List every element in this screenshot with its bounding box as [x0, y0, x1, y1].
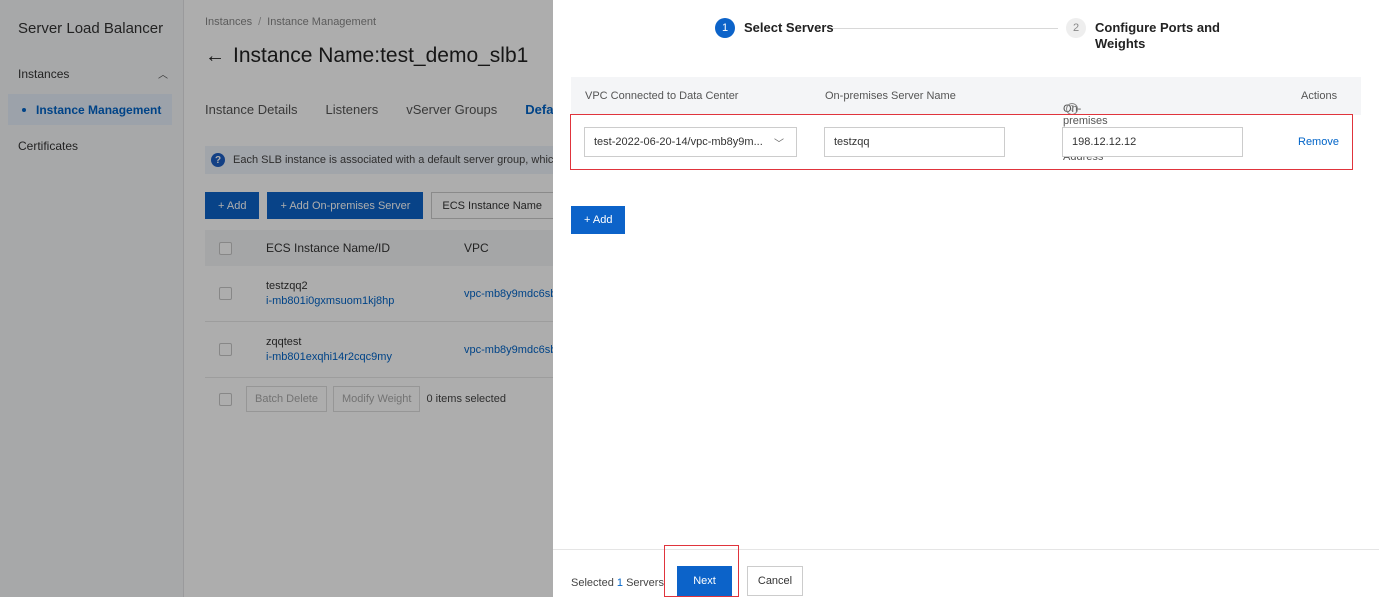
add-onprem-drawer: 1 Select Servers 2 Configure Ports and W…: [553, 0, 1379, 597]
step-1-label: Select Servers: [744, 20, 834, 35]
step-indicator: 1 Select Servers 2 Configure Ports and W…: [553, 16, 1379, 56]
drawer-add-button[interactable]: + Add: [571, 206, 626, 234]
selected-prefix: Selected: [571, 577, 614, 589]
selected-count: 1: [616, 577, 623, 589]
step-2-label: Configure Ports and Weights: [1095, 20, 1220, 51]
header-vpc-connected: VPC Connected to Data Center: [585, 90, 739, 102]
highlight-box-row: [570, 114, 1353, 170]
selected-servers-text: Selected 1 Servers: [571, 577, 664, 589]
selected-suffix: Servers: [626, 577, 664, 589]
step-2-number: 2: [1066, 18, 1086, 38]
drawer-table-header: VPC Connected to Data Center On-premises…: [571, 77, 1361, 163]
header-actions: Actions: [1301, 90, 1338, 102]
highlight-box-next: [664, 545, 739, 597]
header-server-name: On-premises Server Name: [825, 90, 956, 102]
step-1-number: 1: [715, 18, 735, 38]
cancel-button[interactable]: Cancel: [747, 566, 803, 596]
modal-overlay[interactable]: [0, 0, 553, 597]
step-connector: [833, 28, 1058, 29]
